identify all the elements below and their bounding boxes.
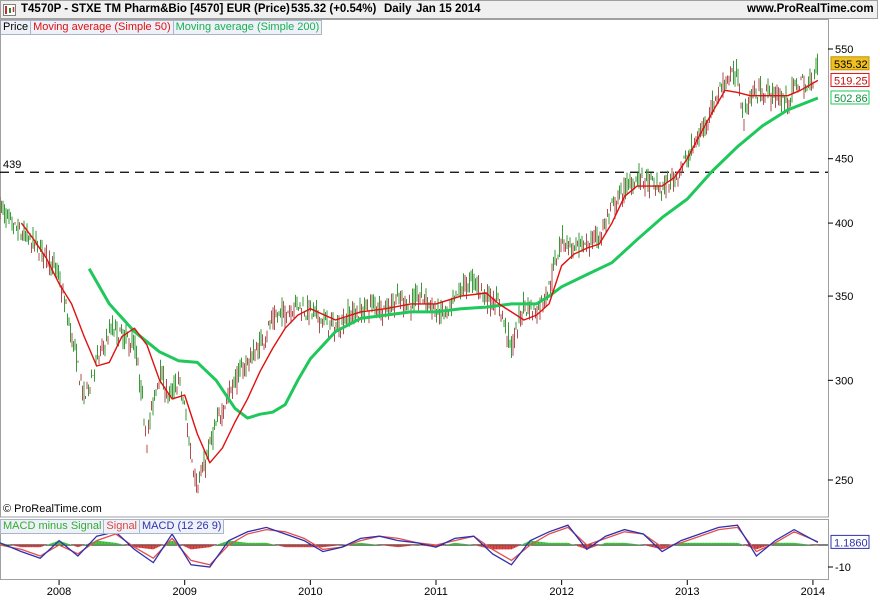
y-tick-label: 350 [835,291,853,303]
last-ma50-box-label: 519.25 [834,75,868,87]
last-ma200-box-label: 502.86 [834,93,868,105]
ma50-line [20,79,819,464]
price-plot-frame [0,19,829,518]
x-tick-label: 2011 [424,586,448,598]
price-candles [0,53,818,494]
macd-tick-label: -10 [835,562,851,574]
last-price-box-label: 535.32 [834,59,868,71]
y-tick-label: 550 [835,44,853,56]
y-tick-label: 250 [835,475,853,487]
macd-last-label: 1.1860 [834,537,868,549]
y-tick-label: 300 [835,375,853,387]
y-tick-label: 450 [835,154,853,166]
legend-macd[interactable]: MACD (12 26 9) [139,519,225,534]
macd-legend: MACD minus Signal Signal MACD (12 26 9) [0,519,225,534]
x-tick-label: 2008 [47,586,71,598]
x-tick-label: 2009 [172,586,196,598]
legend-signal[interactable]: Signal [103,519,140,534]
x-tick-label: 2014 [801,586,825,598]
ma200-line [87,96,819,420]
x-tick-label: 2012 [549,586,573,598]
x-tick-label: 2010 [298,586,322,598]
y-tick-label: 400 [835,218,853,230]
x-tick-label: 2013 [675,586,699,598]
copyright: © ProRealTime.com [3,503,102,515]
support-line-label: 439 [3,159,21,171]
price-chart[interactable]: 439 250 300 350 400 450 550 2008 2009 2010 2011 20… [0,0,880,600]
legend-macd-hist[interactable]: MACD minus Signal [0,519,105,534]
